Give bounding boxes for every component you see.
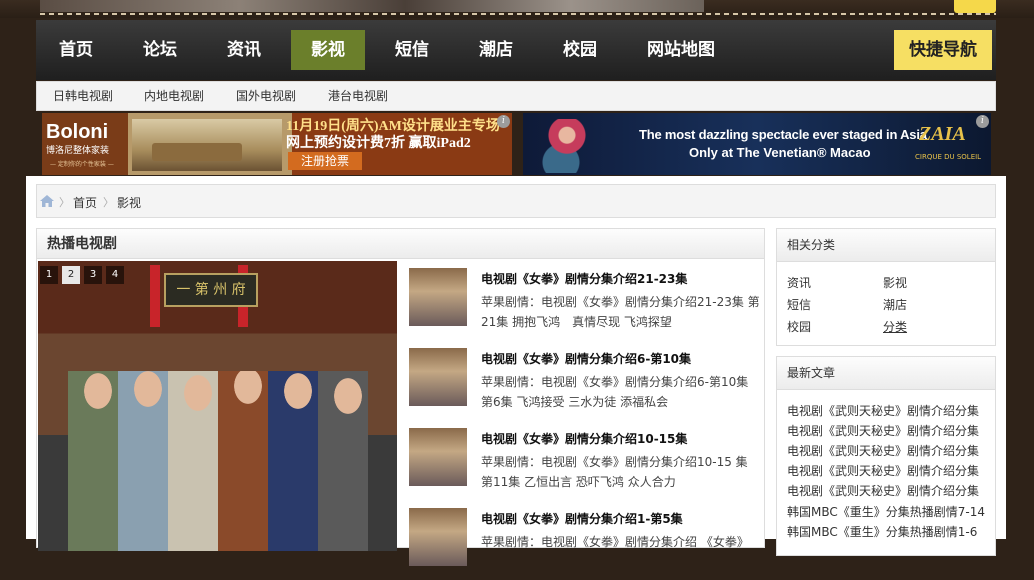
category-link-sms[interactable]: 短信 — [787, 296, 811, 313]
sub-nav: 日韩电视剧 内地电视剧 国外电视剧 港台电视剧 — [36, 81, 996, 111]
latest-article-link[interactable]: 电视剧《武则天秘史》剧情介绍分集 — [787, 462, 979, 479]
cirque-logo-text: CIRQUE DU SOLEIL — [915, 153, 982, 161]
cast-photo — [68, 371, 368, 551]
lantern-image — [150, 265, 160, 327]
related-categories-title: 相关分类 — [777, 229, 995, 262]
category-link-campus[interactable]: 校园 — [787, 318, 811, 335]
breadcrumb-home[interactable]: 首页 — [73, 194, 97, 211]
slide-dot-2[interactable]: 2 — [62, 266, 80, 284]
nav-item-shop[interactable]: 潮店 — [464, 30, 528, 70]
nav-item-forum[interactable]: 论坛 — [128, 30, 192, 70]
boloni-logo: Boloni — [46, 121, 109, 143]
category-link-film[interactable]: 影视 — [883, 274, 907, 291]
latest-articles-panel: 最新文章 电视剧《武则天秘史》剧情介绍分集 电视剧《武则天秘史》剧情介绍分集 电… — [776, 356, 996, 556]
slideshow-image[interactable]: 一 第 州 府 — [38, 261, 397, 551]
breadcrumb: 〉 首页 〉 影视 — [36, 184, 996, 218]
nav-item-film[interactable]: 影视 — [291, 30, 365, 70]
category-link-category[interactable]: 分类 — [883, 318, 907, 335]
nav-item-campus[interactable]: 校园 — [548, 30, 612, 70]
slide-dot-4[interactable]: 4 — [106, 266, 124, 284]
article-thumbnail[interactable] — [409, 428, 467, 486]
latest-article-link[interactable]: 韩国MBC《重生》分集热播剧情1-6 — [787, 523, 977, 540]
subnav-jp-kr-tv[interactable]: 日韩电视剧 — [53, 82, 113, 110]
breadcrumb-separator: 〉 — [59, 196, 70, 209]
ad-info-icon[interactable]: i — [976, 115, 989, 128]
zaia-logo: ZAIA — [919, 123, 966, 145]
latest-article-link[interactable]: 韩国MBC《重生》分集热播剧情7-14 — [787, 503, 985, 520]
ad-sofa-image — [152, 143, 242, 161]
boloni-subtitle: 博洛尼整体家装 — [46, 146, 110, 156]
main-nav: 首页 论坛 资讯 影视 短信 潮店 校园 网站地图 快捷导航 — [36, 20, 996, 80]
article-thumbnail[interactable] — [409, 268, 467, 326]
header-yellow-tab[interactable] — [954, 0, 996, 13]
subnav-hk-tw-tv[interactable]: 港台电视剧 — [328, 82, 388, 110]
latest-article-link[interactable]: 电视剧《武则天秘史》剧情介绍分集 — [787, 402, 979, 419]
top-banner-strip — [0, 0, 1034, 18]
nav-item-sitemap[interactable]: 网站地图 — [636, 30, 726, 70]
article-summary: 苹果剧情：电视剧《女拳》剧情分集介绍 《女拳》 — [481, 535, 749, 549]
latest-article-link[interactable]: 电视剧《武则天秘史》剧情介绍分集 — [787, 442, 979, 459]
ad-performer-image — [537, 119, 597, 173]
subnav-mainland-tv[interactable]: 内地电视剧 — [144, 82, 204, 110]
latest-article-link[interactable]: 电视剧《武则天秘史》剧情介绍分集 — [787, 422, 979, 439]
latest-article-link[interactable]: 电视剧《武则天秘史》剧情介绍分集 — [787, 482, 979, 499]
ad-info-icon[interactable]: i — [497, 115, 510, 128]
hot-tv-title: 热播电视剧 — [37, 229, 764, 259]
article-summary: 苹果剧情：电视剧《女拳》剧情分集介绍10-15 集 第11集 乙恒出言 恐吓飞鸿… — [481, 455, 748, 489]
article-summary: 苹果剧情：电视剧《女拳》剧情分集介绍21-23集 第21集 拥抱飞鸿 真情尽现 … — [481, 295, 760, 329]
category-link-shop[interactable]: 潮店 — [883, 296, 907, 313]
slide-dot-1[interactable]: 1 — [40, 266, 58, 284]
article-summary: 苹果剧情：电视剧《女拳》剧情分集介绍6-第10集 第6集 飞鸿接受 三水为徒 添… — [481, 375, 749, 409]
boloni-tagline: — 定制你的个性家装 — — [50, 161, 114, 168]
hot-tv-panel: 热播电视剧 一 第 州 府 1 2 3 4 电视剧《女拳》剧情分集介绍21-23… — [36, 228, 765, 566]
slide-dot-3[interactable]: 3 — [84, 266, 102, 284]
category-link-news[interactable]: 资讯 — [787, 274, 811, 291]
list-item[interactable]: 电视剧《女拳》剧情分集介绍1-第5集 苹果剧情：电视剧《女拳》剧情分集介绍 《女… — [403, 500, 763, 580]
breadcrumb-separator: 〉 — [103, 196, 114, 209]
zaia-headline: The most dazzling spectacle ever staged … — [639, 127, 927, 142]
list-item[interactable]: 电视剧《女拳》剧情分集介绍6-第10集 苹果剧情：电视剧《女拳》剧情分集介绍6-… — [403, 340, 763, 420]
nav-item-sms[interactable]: 短信 — [380, 30, 444, 70]
latest-articles-title: 最新文章 — [777, 357, 995, 390]
breadcrumb-current[interactable]: 影视 — [117, 194, 141, 211]
boloni-offer: 网上预约设计费7折 赢取iPad2 — [286, 136, 471, 151]
article-title[interactable]: 电视剧《女拳》剧情分集介绍10-15集 — [481, 430, 761, 447]
article-thumbnail[interactable] — [409, 348, 467, 406]
related-categories-panel: 相关分类 资讯 影视 短信 潮店 校园 分类 — [776, 228, 996, 346]
header-photo — [40, 0, 704, 12]
article-title[interactable]: 电视剧《女拳》剧情分集介绍21-23集 — [481, 270, 761, 287]
article-title[interactable]: 电视剧《女拳》剧情分集介绍6-第10集 — [481, 350, 761, 367]
list-item[interactable]: 电视剧《女拳》剧情分集介绍21-23集 苹果剧情：电视剧《女拳》剧情分集介绍21… — [403, 260, 763, 340]
nav-item-news[interactable]: 资讯 — [212, 30, 276, 70]
nav-item-home[interactable]: 首页 — [44, 30, 108, 70]
boloni-ad-banner[interactable]: Boloni 博洛尼整体家装 — 定制你的个性家装 — 11月19日(周六)AM… — [42, 113, 512, 175]
subnav-foreign-tv[interactable]: 国外电视剧 — [236, 82, 296, 110]
slide-sign: 一 第 州 府 — [164, 273, 258, 307]
article-thumbnail[interactable] — [409, 508, 467, 566]
zaia-subline: Only at The Venetian® Macao — [689, 145, 871, 160]
boloni-register-button[interactable]: 注册抢票 — [288, 152, 362, 170]
quick-nav-button[interactable]: 快捷导航 — [894, 30, 992, 70]
list-item[interactable]: 电视剧《女拳》剧情分集介绍10-15集 苹果剧情：电视剧《女拳》剧情分集介绍10… — [403, 420, 763, 500]
header-divider — [40, 13, 996, 15]
zaia-ad-banner[interactable]: The most dazzling spectacle ever staged … — [523, 113, 991, 175]
article-title[interactable]: 电视剧《女拳》剧情分集介绍1-第5集 — [481, 510, 761, 527]
home-icon[interactable] — [40, 195, 54, 207]
